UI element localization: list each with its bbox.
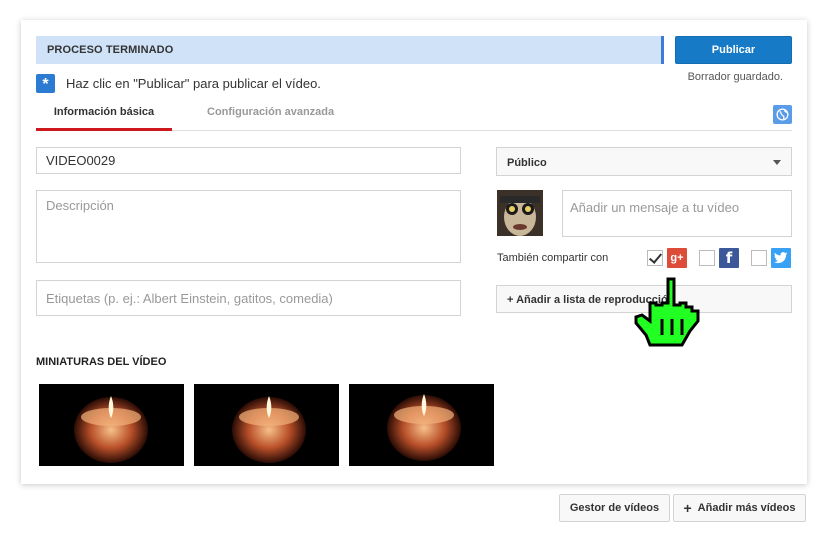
google-plus-checkbox[interactable] bbox=[647, 250, 663, 266]
upload-card: PROCESO TERMINADO Publicar Borrador guar… bbox=[21, 20, 807, 484]
privacy-selected-value: Público bbox=[507, 157, 547, 169]
facebook-icon[interactable]: f bbox=[719, 248, 739, 268]
add-more-videos-label: Añadir más vídeos bbox=[697, 502, 796, 514]
hand-cursor-icon bbox=[634, 277, 700, 347]
twitter-icon[interactable] bbox=[771, 248, 791, 268]
publish-button[interactable]: Publicar bbox=[675, 36, 792, 64]
asterisk-icon: * bbox=[36, 74, 55, 93]
privacy-select[interactable]: Público bbox=[496, 147, 792, 176]
google-plus-icon[interactable]: g+ bbox=[667, 248, 687, 268]
twitter-checkbox[interactable] bbox=[751, 250, 767, 266]
tab-bar: Información básica Configuración avanzad… bbox=[36, 104, 792, 131]
globe-icon[interactable] bbox=[773, 105, 792, 124]
chevron-down-icon bbox=[773, 160, 781, 165]
thumbnail-option[interactable] bbox=[39, 384, 184, 466]
video-manager-button[interactable]: Gestor de vídeos bbox=[559, 494, 670, 522]
share-message-input[interactable] bbox=[562, 190, 792, 237]
publish-hint: Haz clic en "Publicar" para publicar el … bbox=[66, 76, 321, 91]
tab-advanced-settings[interactable]: Configuración avanzada bbox=[207, 106, 334, 131]
tags-input[interactable] bbox=[36, 280, 461, 316]
add-more-videos-button[interactable]: + Añadir más vídeos bbox=[673, 494, 806, 522]
share-label: También compartir con bbox=[497, 252, 609, 264]
description-input[interactable] bbox=[36, 190, 461, 263]
draft-saved-status: Borrador guardado. bbox=[687, 71, 783, 83]
plus-icon: + bbox=[683, 500, 692, 516]
status-bar: PROCESO TERMINADO bbox=[36, 36, 664, 64]
thumbnail-option[interactable] bbox=[349, 384, 494, 466]
thumbnails-heading: MINIATURAS DEL VÍDEO bbox=[36, 356, 167, 368]
facebook-checkbox[interactable] bbox=[699, 250, 715, 266]
avatar bbox=[497, 190, 543, 236]
title-input[interactable] bbox=[36, 147, 461, 174]
status-text: PROCESO TERMINADO bbox=[47, 44, 174, 56]
thumbnail-option[interactable] bbox=[194, 384, 339, 466]
tab-basic-info[interactable]: Información básica bbox=[36, 106, 172, 131]
